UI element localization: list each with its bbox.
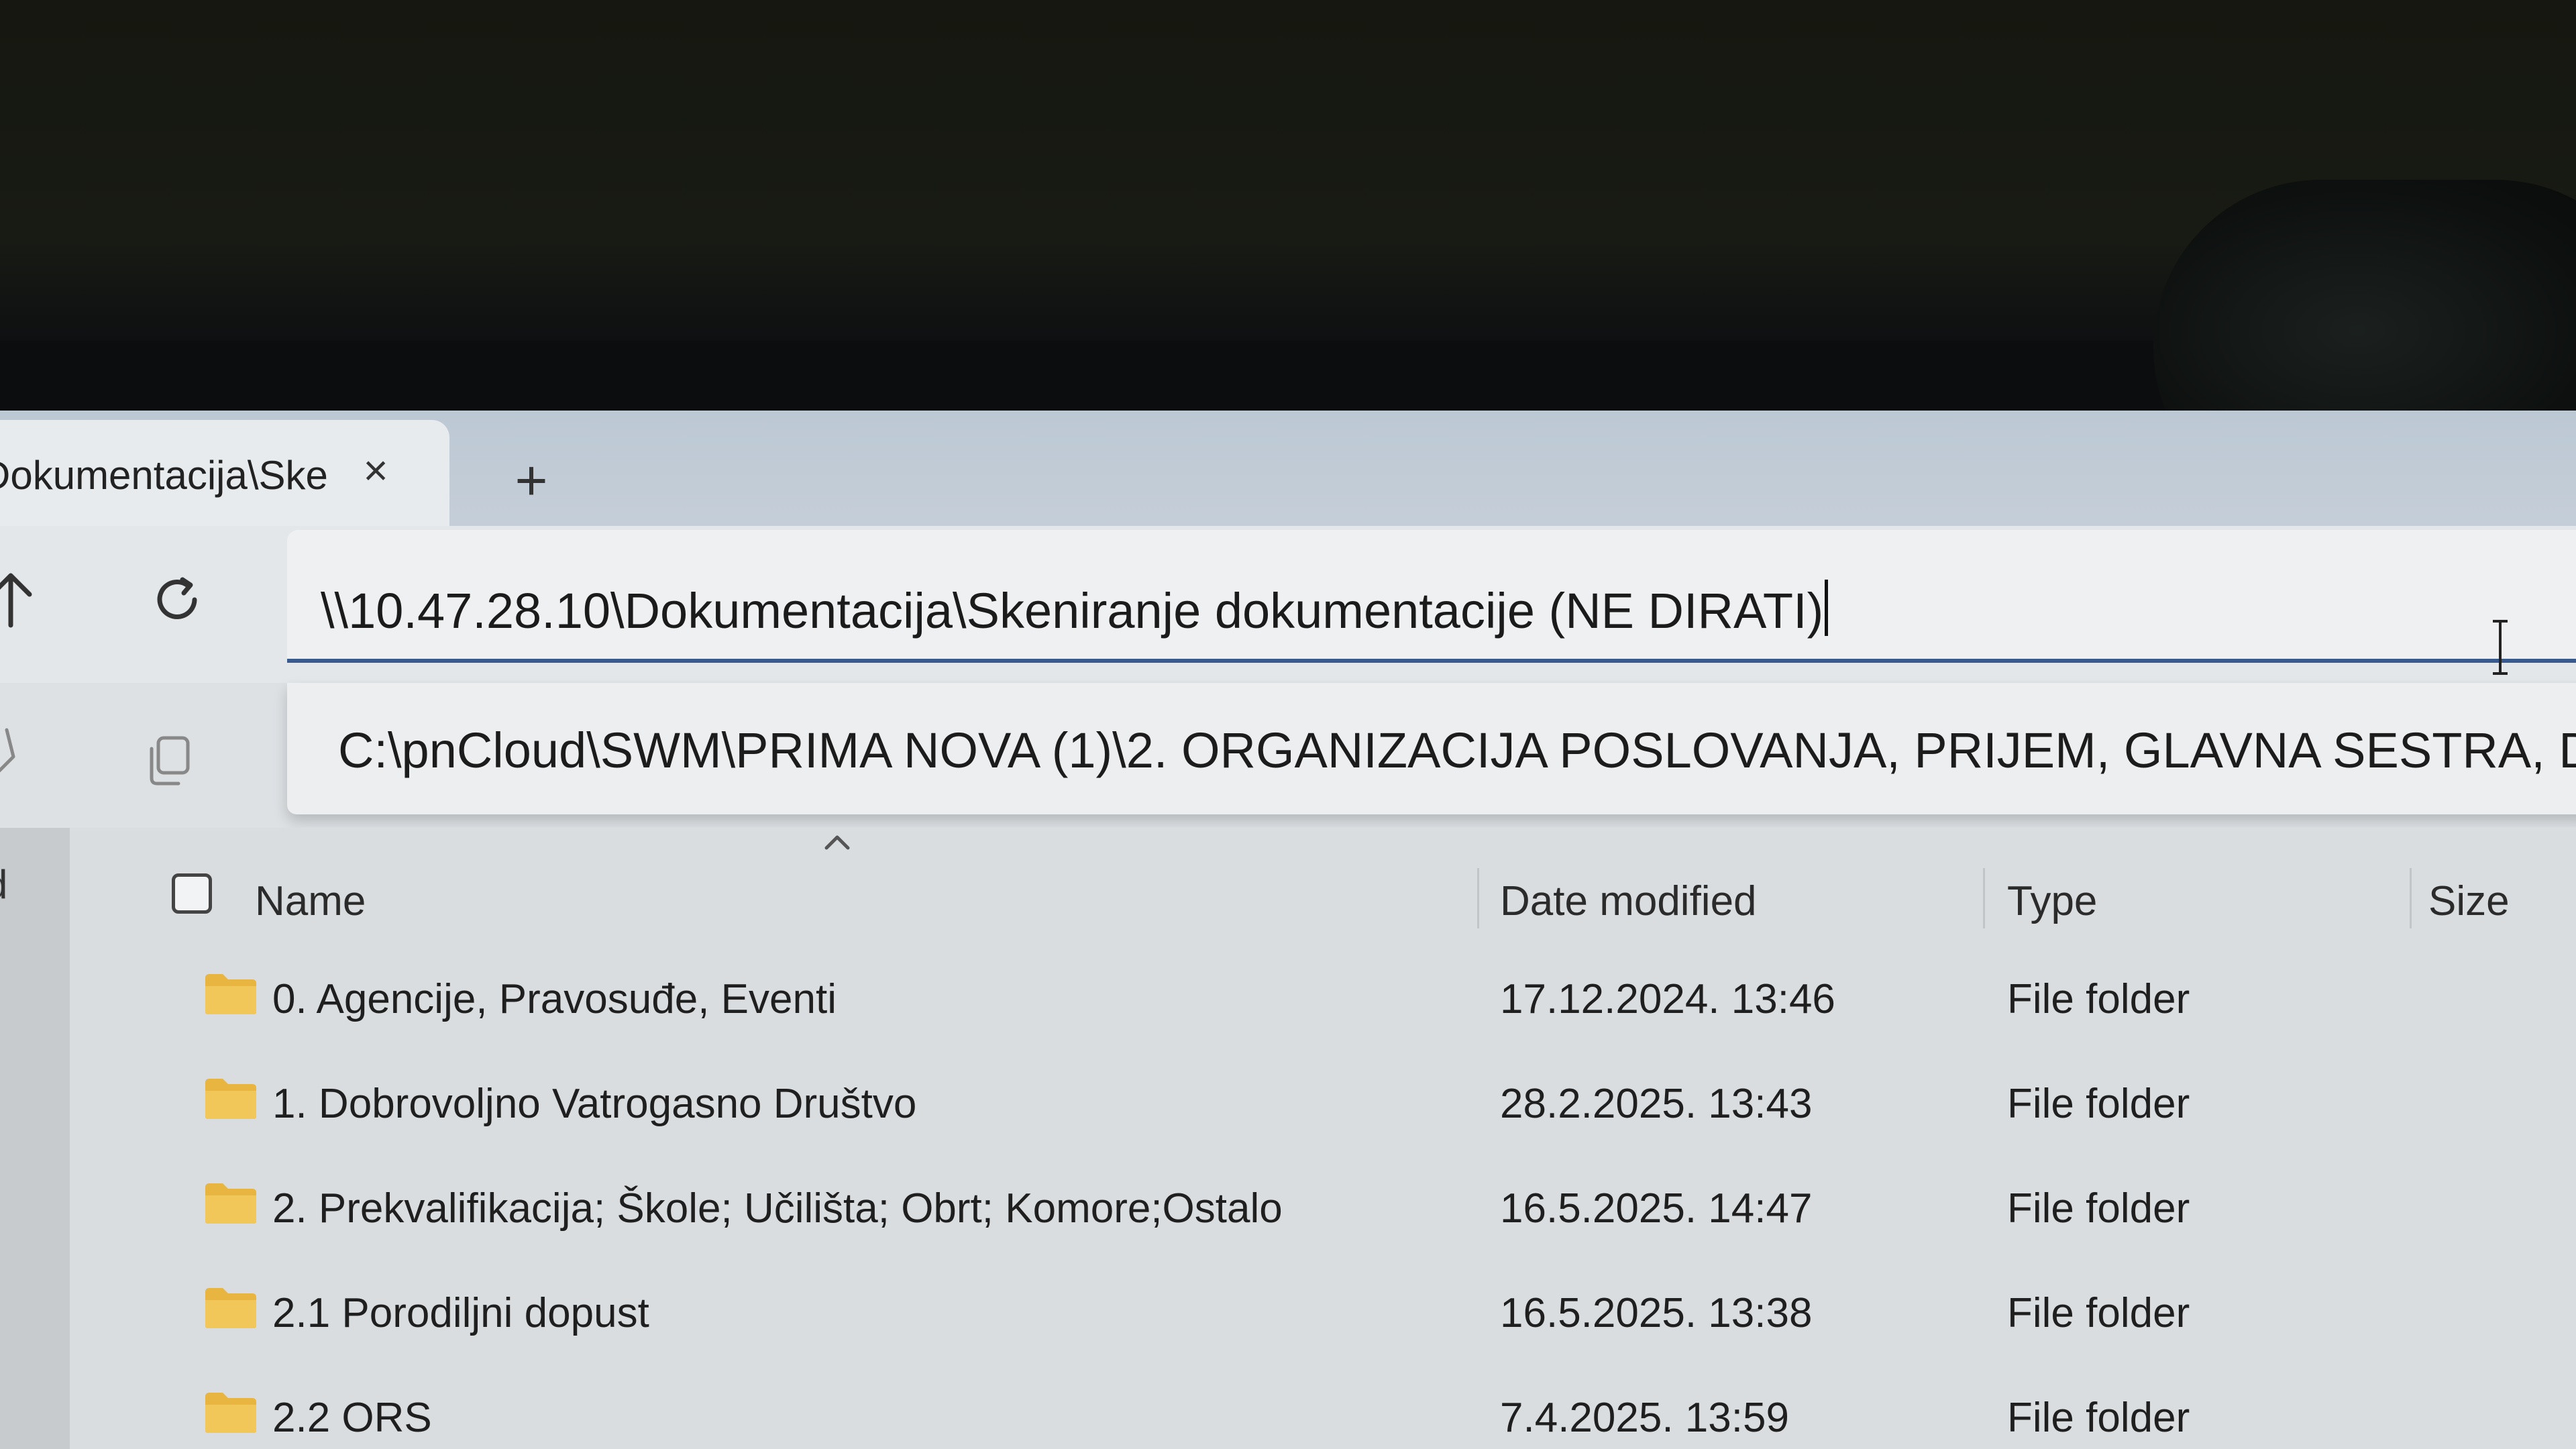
file-name: 2.2 ORS — [272, 1395, 432, 1441]
navigation-pane-item[interactable]: d — [0, 861, 7, 908]
file-date-modified: 16.5.2025. 13:38 — [1500, 1290, 1813, 1336]
file-list: Name Date modified Type Size 0. Agencije… — [70, 828, 2576, 1449]
ibeam-cursor-icon — [2493, 620, 2508, 675]
column-divider[interactable] — [2410, 868, 2412, 928]
file-date-modified: 16.5.2025. 14:47 — [1500, 1185, 1813, 1232]
column-divider[interactable] — [1477, 868, 1479, 928]
address-input[interactable]: \\10.47.28.10\Dokumentacija\Skeniranje d… — [321, 580, 1829, 639]
copy-icon[interactable] — [142, 734, 196, 788]
column-header-row: Name Date modified Type Size — [70, 855, 2576, 935]
arrow-up-icon[interactable] — [0, 569, 38, 629]
address-suggestion-dropdown: C:\pnCloud\SWM\PRIMA NOVA (1)\2. ORGANIZ… — [287, 683, 2576, 814]
file-type: File folder — [2007, 1185, 2190, 1232]
file-date-modified: 7.4.2025. 13:59 — [1500, 1395, 1789, 1441]
folder-icon — [205, 1288, 256, 1328]
tab-active[interactable]: Dokumentacija\Skeniranje dokumentacije (… — [0, 420, 449, 526]
file-date-modified: 28.2.2025. 13:43 — [1500, 1081, 1813, 1127]
address-suggestion-item[interactable]: C:\pnCloud\SWM\PRIMA NOVA (1)\2. ORGANIZ… — [338, 722, 2576, 779]
text-caret — [1825, 580, 1829, 636]
file-rows: 0. Agencije, Pravosuđe, Eventi 17.12.202… — [70, 949, 2576, 1449]
refresh-icon[interactable] — [149, 572, 205, 628]
file-type: File folder — [2007, 1081, 2190, 1127]
new-tab-button[interactable]: + — [504, 452, 558, 508]
table-row[interactable]: 2.1 Porodiljni dopust 16.5.2025. 13:38 F… — [70, 1263, 2576, 1367]
column-header-name[interactable]: Name — [255, 877, 366, 925]
file-type: File folder — [2007, 976, 2190, 1022]
sort-ascending-chevron-icon — [824, 835, 850, 850]
folder-icon — [205, 1079, 256, 1119]
file-date-modified: 17.12.2024. 13:46 — [1500, 976, 1835, 1022]
file-name: 2.1 Porodiljni dopust — [272, 1290, 649, 1336]
column-header-size[interactable]: Size — [2428, 877, 2510, 925]
table-row[interactable]: 2.2 ORS 7.4.2025. 13:59 File folder — [70, 1367, 2576, 1449]
address-value: \\10.47.28.10\Dokumentacija\Skeniranje d… — [321, 583, 1824, 639]
tab-bar: Dokumentacija\Skeniranje dokumentacije (… — [0, 411, 2576, 526]
tab-title: Dokumentacija\Skeniranje dokumentacije (… — [0, 453, 330, 498]
table-row[interactable]: 0. Agencije, Pravosuđe, Eventi 17.12.202… — [70, 949, 2576, 1053]
file-type: File folder — [2007, 1395, 2190, 1441]
select-all-checkbox[interactable] — [172, 873, 212, 914]
folder-icon — [205, 1183, 256, 1224]
file-type: File folder — [2007, 1290, 2190, 1336]
file-explorer-window: Dokumentacija\Skeniranje dokumentacije (… — [0, 411, 2576, 1449]
column-divider[interactable] — [1983, 868, 1985, 928]
column-header-date-modified[interactable]: Date modified — [1500, 877, 1757, 925]
column-header-type[interactable]: Type — [2007, 877, 2097, 925]
file-name: 1. Dobrovoljno Vatrogasno Društvo — [272, 1081, 917, 1127]
cut-icon[interactable] — [0, 723, 27, 784]
table-row[interactable]: 2. Prekvalifikacija; Škole; Učilišta; Ob… — [70, 1158, 2576, 1263]
close-icon[interactable]: × — [352, 447, 399, 494]
photo-scene: Dokumentacija\Skeniranje dokumentacije (… — [0, 0, 2576, 1449]
address-focus-underline — [287, 659, 2576, 663]
file-name: 0. Agencije, Pravosuđe, Eventi — [272, 976, 837, 1022]
folder-icon — [205, 1393, 256, 1433]
navigation-pane: d — [0, 828, 70, 1449]
table-row[interactable]: 1. Dobrovoljno Vatrogasno Društvo 28.2.2… — [70, 1053, 2576, 1158]
file-name: 2. Prekvalifikacija; Škole; Učilišta; Ob… — [272, 1185, 1283, 1232]
folder-icon — [205, 974, 256, 1014]
